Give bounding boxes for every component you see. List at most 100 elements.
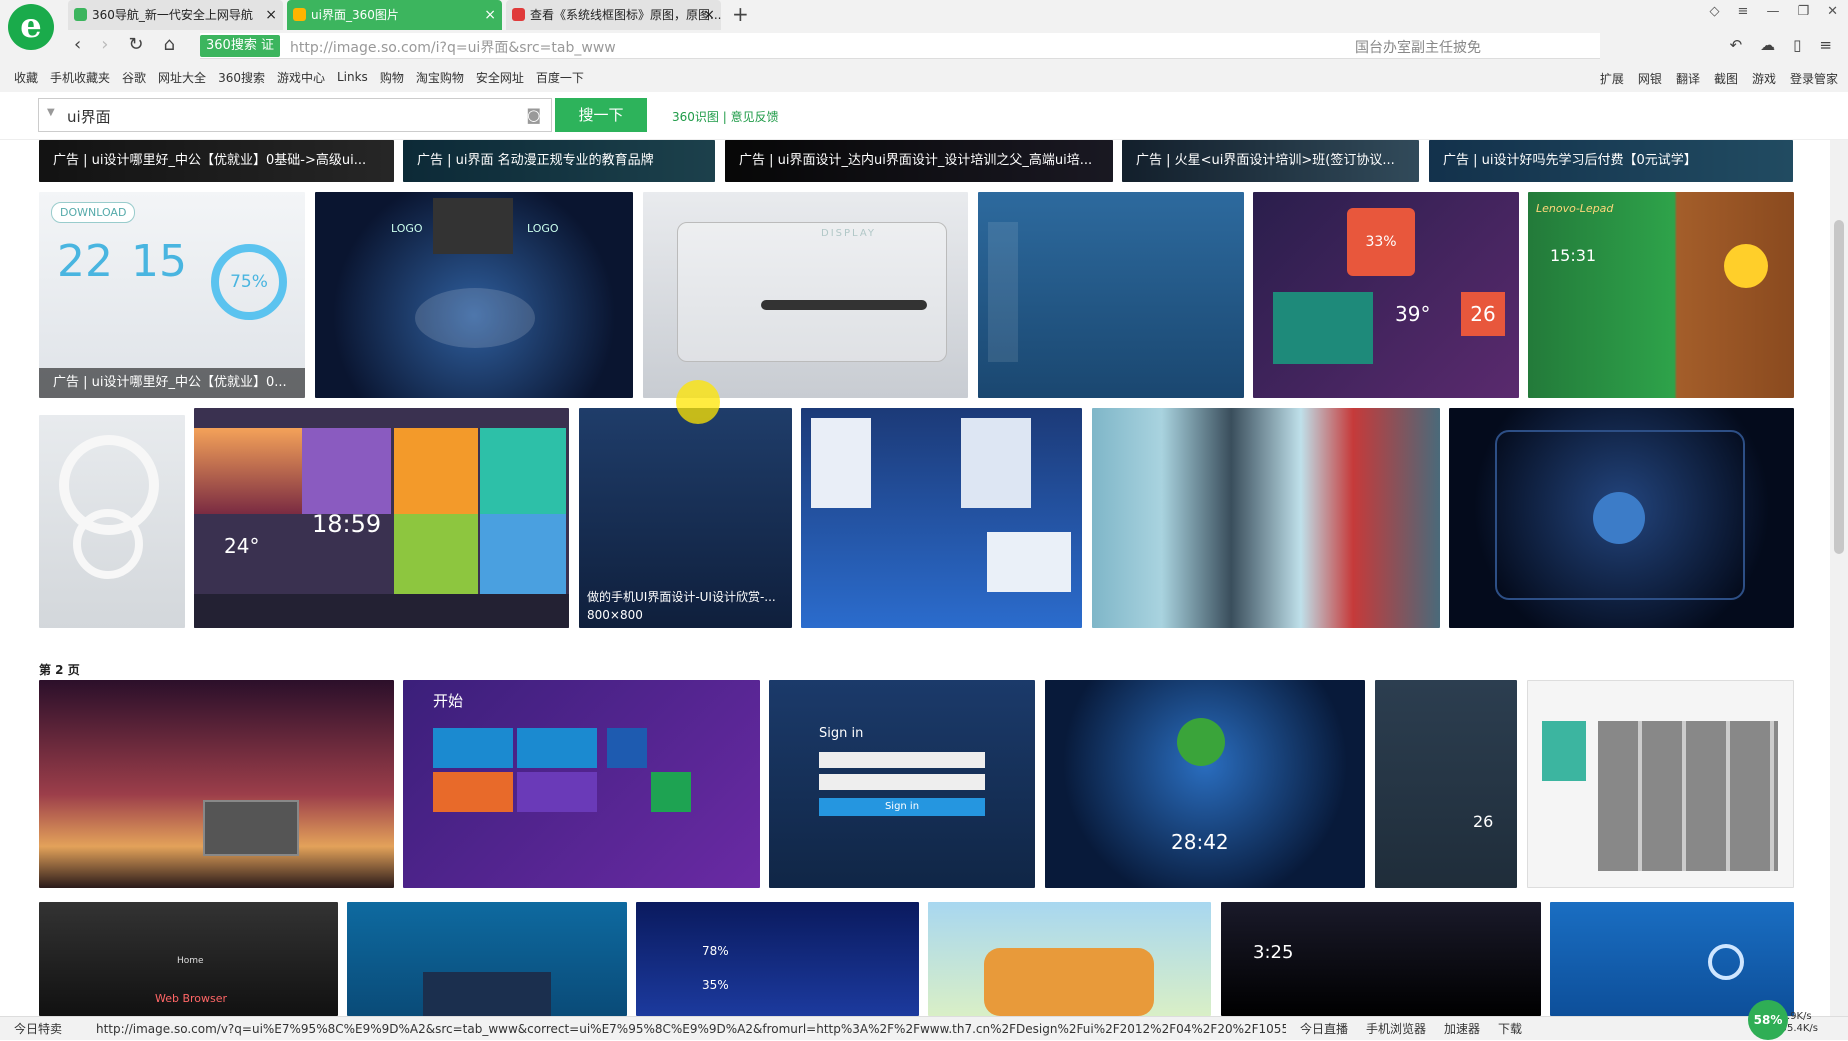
result-image[interactable] [928, 902, 1211, 1016]
progress-ring: 75% [211, 244, 287, 320]
result-image[interactable]: 做的手机UI界面设计-UI设计欣赏-... 800×800 [579, 408, 792, 628]
tab-360-nav[interactable]: 360导航_新一代安全上网导航 × [68, 0, 283, 30]
status-deals[interactable]: 今日特卖 [14, 1017, 62, 1041]
page-label: 第 2 页 [39, 663, 80, 677]
browser-chrome: e 360导航_新一代安全上网导航 × ui界面_360图片 × 查看《系统线框图标… [0, 0, 1848, 92]
url-text[interactable]: http://image.so.com/i?q=ui界面&src=tab_www [290, 37, 616, 57]
speed-badge[interactable]: 58% [1748, 1000, 1788, 1040]
tab-view-original[interactable]: 查看《系统线框图标》原图，原图... × [506, 0, 721, 30]
result-image[interactable] [39, 415, 185, 628]
bookmark-360search[interactable]: 360搜索 [218, 69, 265, 86]
window-controls: ◇ ≡ — ❐ ✕ [1710, 4, 1838, 19]
favicon-icon [74, 8, 87, 21]
page-scrollbar[interactable] [1830, 140, 1848, 1016]
tab-strip: 360导航_新一代安全上网导航 × ui界面_360图片 × 查看《系统线框图标》原… [68, 0, 725, 30]
video-thumb [433, 198, 513, 254]
minimize-icon[interactable]: — [1766, 4, 1779, 19]
result-image[interactable]: 18:59 24° [194, 408, 569, 628]
phone-icon[interactable]: ▯ [1793, 36, 1801, 54]
sun-icon [1724, 244, 1768, 288]
ext-games[interactable]: 游戏 [1752, 70, 1776, 87]
more-menu-icon[interactable]: ≡ [1819, 36, 1832, 54]
close-tab-icon[interactable]: × [265, 0, 277, 30]
new-tab-button[interactable]: + [732, 2, 749, 26]
center-dial [1593, 492, 1645, 544]
result-image[interactable]: 33% 39° 26 [1253, 192, 1519, 398]
ext-screenshot[interactable]: 截图 [1714, 70, 1738, 87]
close-tab-icon[interactable]: × [703, 0, 715, 30]
nav-buttons: ‹ › ↻ ⌂ [74, 34, 175, 55]
reload-icon[interactable]: ↻ [128, 34, 143, 55]
status-tools: 今日直播 手机浏览器 加速器 下载 [1300, 1022, 1523, 1036]
ext-bank[interactable]: 网银 [1638, 70, 1662, 87]
cloud-icon[interactable]: ☁ [1760, 36, 1775, 54]
bookmark-nav[interactable]: 网址大全 [158, 69, 206, 86]
close-tab-icon[interactable]: × [484, 0, 496, 30]
result-image[interactable] [1527, 680, 1794, 888]
result-image[interactable] [978, 192, 1244, 398]
browser-logo-icon[interactable]: e [8, 4, 54, 50]
bookmark-baidu[interactable]: 百度一下 [536, 69, 584, 86]
search-links[interactable]: 360识图 | 意见反馈 [672, 108, 779, 125]
result-image[interactable]: 28:42 [1045, 680, 1365, 888]
status-url: http://image.so.com/v?q=ui%E7%95%8C%E9%9… [96, 1022, 1286, 1036]
ext-login[interactable]: 登录管家 [1790, 70, 1838, 87]
undo-icon[interactable]: ↶ [1730, 36, 1743, 54]
bookmark-taobao[interactable]: 淘宝购物 [416, 69, 464, 86]
gear-icon [1708, 944, 1744, 980]
back-icon[interactable]: ‹ [74, 34, 81, 55]
toolbar-extensions: 扩展 网银 翻译 截图 游戏 登录管家 [1600, 70, 1838, 87]
dropdown-icon[interactable]: ▼ [47, 107, 55, 118]
favicon-icon [512, 8, 525, 21]
scrollbar-thumb[interactable] [1834, 220, 1844, 554]
ad-item[interactable]: 广告 | ui界面 名动漫正规专业的教育品牌 [403, 140, 715, 182]
result-image[interactable]: Home Web Browser [39, 902, 338, 1016]
bookmark-collect[interactable]: 收藏 [14, 69, 38, 86]
bookmark-links[interactable]: Links [337, 70, 368, 84]
bookmark-shopping[interactable]: 购物 [380, 69, 404, 86]
ad-item[interactable]: 广告 | ui设计好吗先学习后付费【0元试学】 [1429, 140, 1793, 182]
ad-item[interactable]: 广告 | ui界面设计_达内ui界面设计_设计培训之父_高端ui培... [725, 140, 1113, 182]
home-icon[interactable]: ⌂ [164, 34, 175, 55]
ad-item[interactable]: 广告 | 火星<ui界面设计培训>班(签订协议... [1122, 140, 1419, 182]
result-image[interactable]: 开始 [403, 680, 760, 888]
result-image[interactable]: DISPLAY [643, 192, 968, 398]
bookmark-games[interactable]: 游戏中心 [277, 69, 325, 86]
menu-icon[interactable]: ≡ [1738, 4, 1749, 19]
result-image[interactable]: Lenovo-Lepad 15:31 [1528, 192, 1794, 398]
search-input[interactable]: ▼ ui界面 ◙ [38, 98, 552, 132]
maximize-icon[interactable]: ❐ [1797, 4, 1809, 19]
right-toolbar: ↶ ☁ ▯ ≡ [1730, 36, 1832, 54]
favicon-icon [293, 8, 306, 21]
ext-translate[interactable]: 翻译 [1676, 70, 1700, 87]
result-image[interactable] [1550, 902, 1794, 1016]
ad-item[interactable]: 广告 | ui设计哪里好_中公【优就业】0基础->高级ui... [39, 140, 394, 182]
result-image[interactable] [1092, 408, 1440, 628]
result-image[interactable]: DOWNLOAD 22 15 75% 广告 | ui设计哪里好_中公【优就业】0… [39, 192, 305, 398]
bookmark-mobile[interactable]: 手机收藏夹 [50, 69, 110, 86]
result-image[interactable] [347, 902, 627, 1016]
address-bar[interactable]: 360搜索 证 http://image.so.com/i?q=ui界面&src… [200, 33, 1600, 59]
bookmark-google[interactable]: 谷歌 [122, 69, 146, 86]
result-image[interactable] [39, 680, 394, 888]
bookmarks-bar: 收藏 手机收藏夹 谷歌 网址大全 360搜索 游戏中心 Links 购物 淘宝购… [0, 64, 1848, 90]
result-image[interactable]: 3:25 [1221, 902, 1541, 1016]
result-image[interactable]: LOGO LOGO [315, 192, 633, 398]
image-search-bar: ▼ ui界面 ◙ 搜一下 360识图 | 意见反馈 [0, 92, 1848, 140]
tab-ui-images[interactable]: ui界面_360图片 × [287, 0, 502, 30]
results-grid: 广告 | ui设计哪里好_中公【优就业】0基础->高级ui... 广告 | ui… [0, 140, 1830, 1016]
result-image[interactable] [801, 408, 1082, 628]
forward-icon[interactable]: › [101, 34, 108, 55]
ext-expand[interactable]: 扩展 [1600, 70, 1624, 87]
close-window-icon[interactable]: ✕ [1827, 4, 1838, 19]
result-image[interactable]: 78% 35% [636, 902, 919, 1016]
camera-icon[interactable]: ◙ [526, 106, 541, 124]
result-image[interactable]: Sign in Sign in [769, 680, 1035, 888]
skin-icon[interactable]: ◇ [1710, 4, 1720, 19]
result-image[interactable] [1449, 408, 1794, 628]
result-image[interactable]: 26 [1375, 680, 1517, 888]
search-engine-badge[interactable]: 360搜索 证 [200, 35, 280, 57]
search-button[interactable]: 搜一下 [555, 98, 647, 132]
bookmark-safe[interactable]: 安全网址 [476, 69, 524, 86]
hot-query-text[interactable]: 国台办室副主任披免 [1355, 37, 1481, 57]
